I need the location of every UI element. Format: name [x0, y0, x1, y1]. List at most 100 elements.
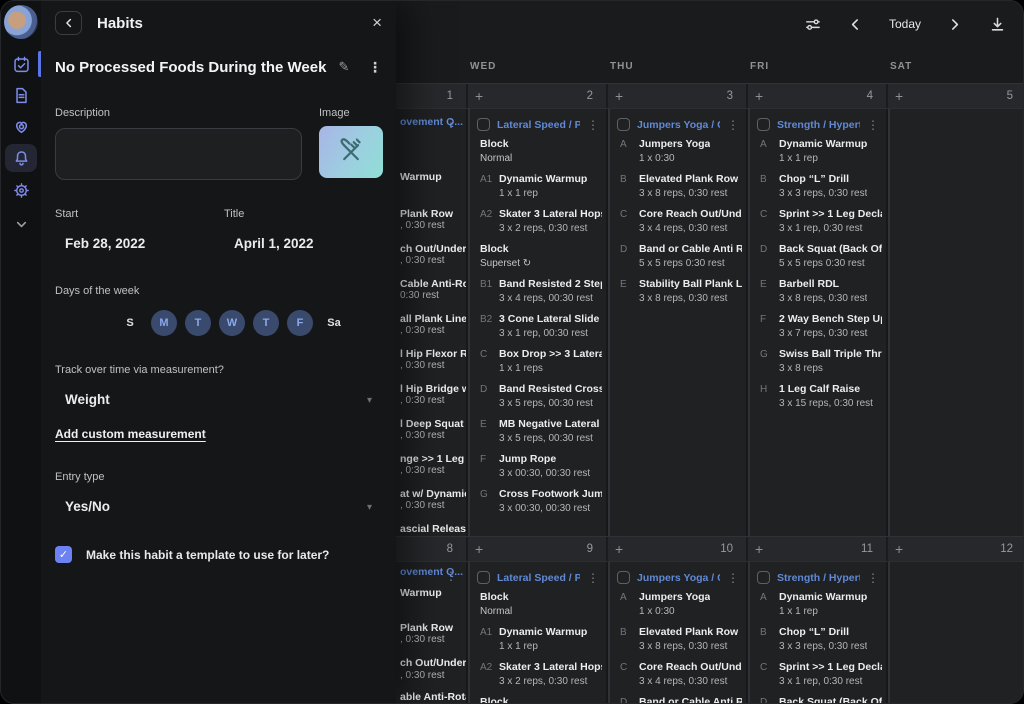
- sidebar-item-settings[interactable]: [1, 177, 41, 203]
- workout-menu-icon[interactable]: ⋮: [867, 120, 879, 130]
- calendar-day-cell[interactable]: ⋮ Strength / Hypertro... ⋮: [746, 562, 886, 703]
- date-number: 9: [587, 543, 593, 555]
- workout-card[interactable]: Lateral Speed / Plyo ⋮: [468, 109, 606, 514]
- workout-title[interactable]: Strength / Hypertro...: [777, 572, 860, 584]
- workout-card[interactable]: Jumpers Yoga / Core ⋮ A: [608, 109, 746, 304]
- date-strip: + 1 + 2 + 3: [326, 83, 1023, 109]
- add-workout-icon[interactable]: +: [895, 88, 903, 104]
- workout-checkbox[interactable]: [477, 571, 490, 584]
- exercise-entry: Block Normal: [468, 138, 606, 164]
- calendar-day-cell[interactable]: ⋮ Lateral Speed / Plyo ⋮: [466, 109, 606, 536]
- date-cell-header: + 3: [606, 84, 746, 108]
- close-icon[interactable]: ×: [372, 15, 382, 31]
- workout-title[interactable]: Strength / Hypertro...: [777, 119, 860, 131]
- day-chip[interactable]: M: [151, 310, 177, 336]
- workout-menu-icon[interactable]: ⋮: [587, 120, 599, 130]
- next-week-chevron-icon[interactable]: [945, 15, 964, 34]
- download-icon[interactable]: [988, 15, 1007, 34]
- exercise-detail: 3 x 1 rep, 00:30 rest: [499, 328, 599, 339]
- workout-checkbox[interactable]: [477, 118, 490, 131]
- entry-type-dropdown[interactable]: Yes/No ▾: [55, 499, 382, 516]
- calendar-day-cell[interactable]: ⋮ Lateral Speed / Plyo ⋮: [466, 562, 606, 703]
- add-workout-icon[interactable]: +: [615, 88, 623, 104]
- day-chip[interactable]: T: [253, 310, 279, 336]
- exercise-name: Chop “L” Drill: [779, 173, 867, 185]
- end-date-value[interactable]: April 1, 2022: [224, 236, 314, 251]
- entry-type-value: Yes/No: [55, 499, 382, 514]
- workout-title[interactable]: Jumpers Yoga / Core: [637, 572, 720, 584]
- calendar-day-cell[interactable]: ⋮ ⋮: [886, 562, 1023, 703]
- exercise-label: A: [760, 138, 779, 164]
- habit-menu-icon[interactable]: ⋮: [368, 59, 382, 76]
- add-workout-icon[interactable]: +: [895, 541, 903, 557]
- sidebar-item-documents[interactable]: [1, 82, 41, 108]
- calendar-day-cell[interactable]: ⋮ ⋮: [886, 109, 1023, 536]
- add-workout-icon[interactable]: +: [615, 541, 623, 557]
- workout-title[interactable]: Lateral Speed / Plyo: [497, 572, 580, 584]
- day-chip[interactable]: W: [219, 310, 245, 336]
- back-button[interactable]: [55, 11, 82, 35]
- today-button[interactable]: Today: [889, 17, 921, 31]
- sidebar-item-wellness[interactable]: [1, 113, 41, 139]
- workout-checkbox[interactable]: [757, 118, 770, 131]
- exercise-entry: C Sprint >> 1 Leg Declarations 3 x 1 rep…: [748, 661, 886, 687]
- workout-card[interactable]: Strength / Hypertro... ⋮ A: [748, 109, 886, 409]
- habit-image-thumbnail[interactable]: [319, 126, 383, 178]
- date-number: 2: [587, 90, 593, 102]
- prev-week-chevron-icon[interactable]: [846, 15, 865, 34]
- add-workout-icon[interactable]: +: [475, 88, 483, 104]
- exercise-entry: Block Superset ↻: [468, 243, 606, 269]
- workout-card[interactable]: Jumpers Yoga / Core ⋮ A: [608, 562, 746, 703]
- measurement-dropdown[interactable]: Weight ▾: [55, 392, 382, 409]
- workout-menu-icon[interactable]: ⋮: [587, 573, 599, 583]
- sidebar-expand-chevron[interactable]: [1, 211, 41, 237]
- exercise-name: Dynamic Warmup: [779, 138, 867, 150]
- workout-title[interactable]: Jumpers Yoga / Core: [637, 119, 720, 131]
- sidebar-item-notifications[interactable]: [1, 144, 41, 172]
- clipped-exercise-text: , 0:30 rest: [400, 465, 444, 476]
- clipped-exercise-text: , 0:30 rest: [400, 325, 444, 336]
- exercise-label: E: [760, 278, 779, 304]
- add-custom-measurement-link[interactable]: Add custom measurement: [55, 427, 206, 441]
- workout-card[interactable]: Strength / Hypertro... ⋮ A: [748, 562, 886, 703]
- workout-title[interactable]: Lateral Speed / Plyo: [497, 119, 580, 131]
- filter-sliders-icon[interactable]: [803, 15, 822, 34]
- workout-menu-icon[interactable]: ⋮: [727, 573, 739, 583]
- workout-checkbox[interactable]: [757, 571, 770, 584]
- day-chip[interactable]: Sa: [321, 310, 347, 336]
- edit-pencil-icon[interactable]: ✎: [338, 59, 349, 75]
- gear-icon: [12, 181, 31, 200]
- exercise-entry: G Swiss Ball Triple Threat 3 x 8 reps: [748, 348, 886, 374]
- workout-menu-icon[interactable]: ⋮: [727, 120, 739, 130]
- sidebar-item-calendar[interactable]: [1, 51, 41, 77]
- description-input[interactable]: [55, 128, 302, 180]
- calendar-day-cell[interactable]: ⋮ Jumpers Yoga / Core ⋮: [606, 109, 746, 536]
- exercise-label: D: [760, 696, 779, 703]
- add-workout-icon[interactable]: +: [755, 88, 763, 104]
- day-header-row: WED THU FRI SAT: [326, 47, 1023, 83]
- exercise-entry: D Back Squat (Back Off Set): [748, 696, 886, 703]
- exercise-detail: Normal: [480, 606, 512, 617]
- template-checkbox-checked[interactable]: ✓: [55, 546, 72, 563]
- exercise-detail: 3 x 8 reps, 0:30 rest: [779, 293, 867, 304]
- date-number: 5: [1007, 90, 1013, 102]
- day-chip[interactable]: S: [117, 310, 143, 336]
- day-chip[interactable]: F: [287, 310, 313, 336]
- exercise-label: A2: [480, 661, 499, 687]
- exercise-name: Skater 3 Lateral Hops >> ...: [499, 661, 602, 673]
- workout-checkbox[interactable]: [617, 118, 630, 131]
- add-workout-icon[interactable]: +: [475, 541, 483, 557]
- start-date-value[interactable]: Feb 28, 2022: [55, 236, 224, 251]
- workout-card[interactable]: Lateral Speed / Plyo ⋮: [468, 562, 606, 703]
- exercise-entry: E Stability Ball Plank Linear ... 3 x 8 …: [608, 278, 746, 304]
- workout-checkbox[interactable]: [617, 571, 630, 584]
- add-workout-icon[interactable]: +: [755, 541, 763, 557]
- user-avatar[interactable]: [4, 5, 38, 39]
- calendar-day-cell[interactable]: ⋮ Strength / Hypertro... ⋮: [746, 109, 886, 536]
- exercise-detail: 1 x 1 rep: [499, 641, 587, 652]
- exercise-name: Swiss Ball Triple Threat: [779, 348, 882, 360]
- workout-menu-icon[interactable]: ⋮: [867, 573, 879, 583]
- calendar-day-cell[interactable]: ⋮ Jumpers Yoga / Core ⋮: [606, 562, 746, 703]
- day-chip[interactable]: T: [185, 310, 211, 336]
- measurement-label: Track over time via measurement?: [55, 364, 382, 376]
